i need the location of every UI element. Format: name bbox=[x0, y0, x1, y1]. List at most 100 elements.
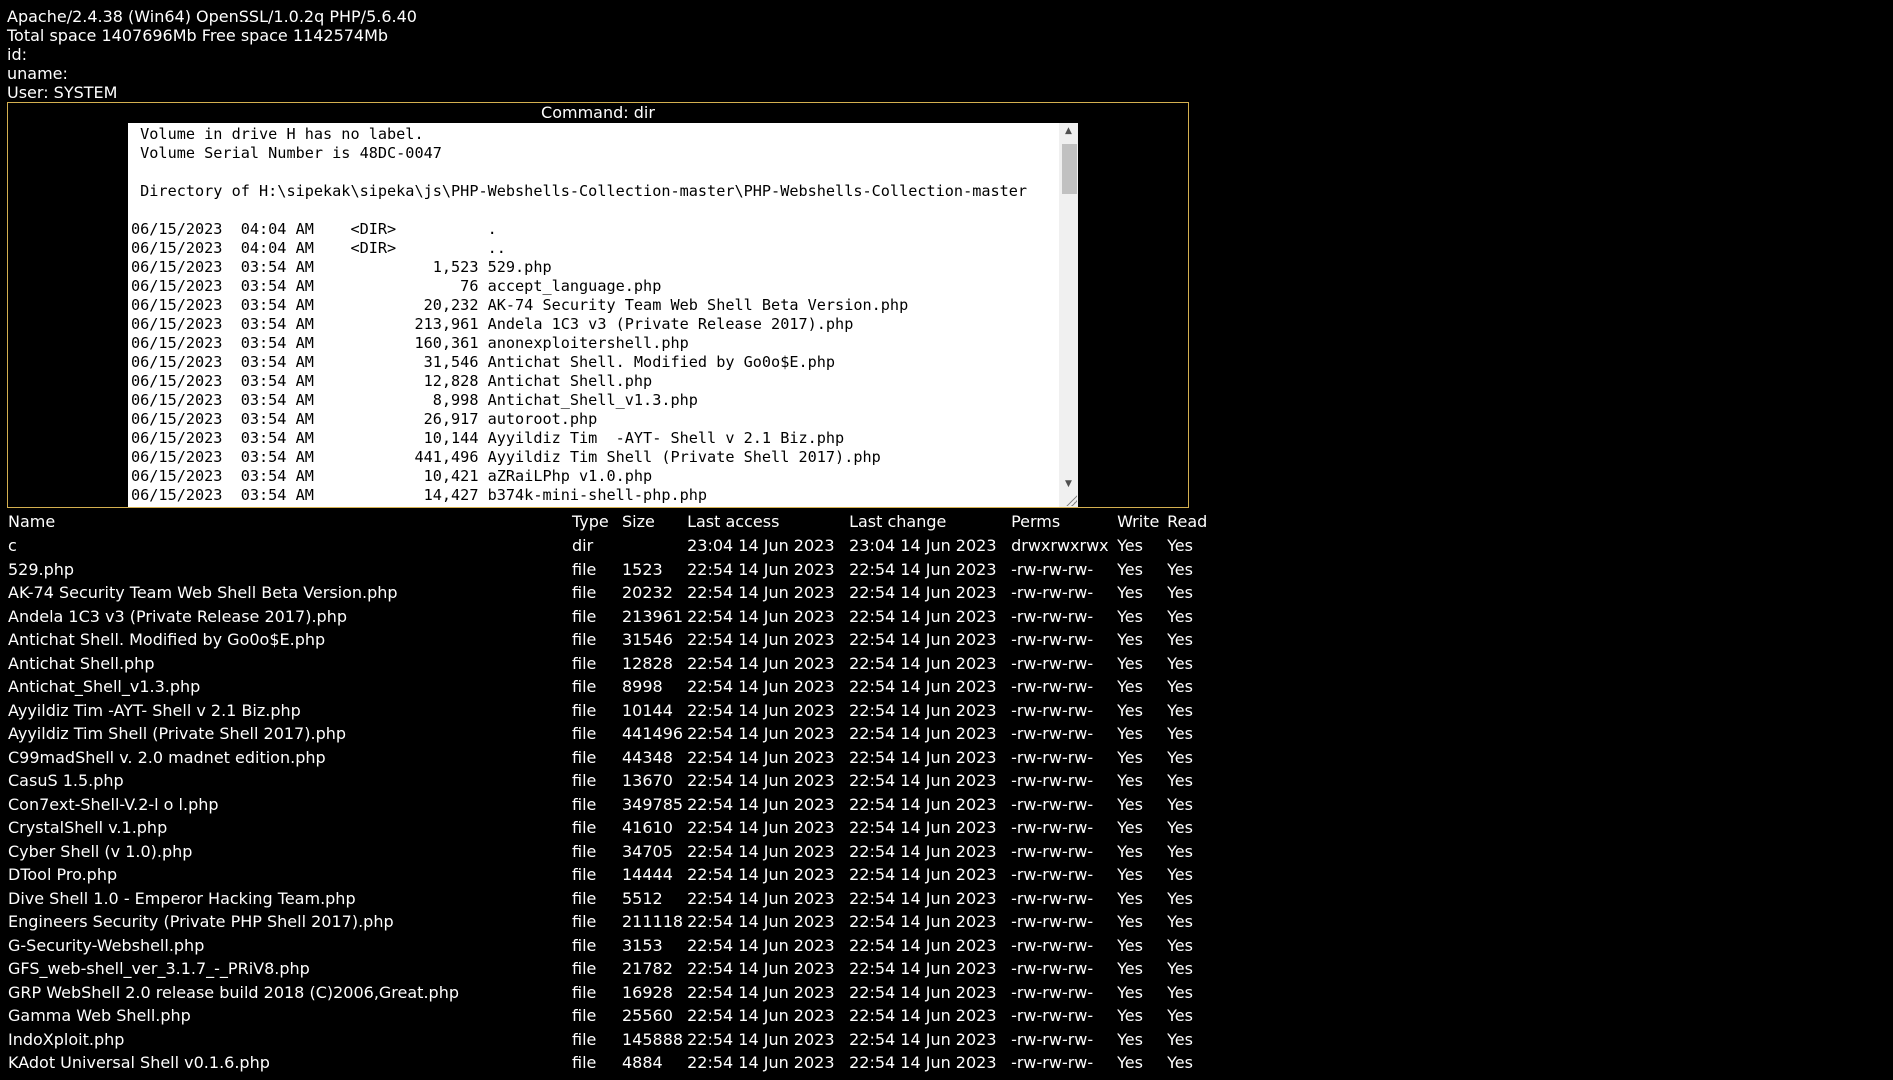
file-read: Yes bbox=[1167, 841, 1193, 861]
file-perms-link[interactable]: -rw-rw-rw- bbox=[1009, 769, 1115, 793]
file-name-link[interactable]: G-Security-Webshell.php bbox=[6, 934, 570, 958]
file-read: Yes bbox=[1167, 982, 1193, 1002]
file-last-access: 22:54 14 Jun 2023 bbox=[687, 1006, 835, 1025]
file-name-link[interactable]: Cyber Shell (v 1.0).php bbox=[6, 840, 570, 864]
file-last-change: 22:54 14 Jun 2023 bbox=[849, 771, 997, 790]
file-read: Yes bbox=[1167, 888, 1193, 908]
file-name-link[interactable]: AK-74 Security Team Web Shell Beta Versi… bbox=[6, 581, 570, 605]
file-perms-link[interactable]: -rw-rw-rw- bbox=[1009, 934, 1115, 958]
file-name-link[interactable]: KAdot Universal Shell v0.1.6.php bbox=[6, 1051, 570, 1075]
file-name-link[interactable]: DTool Pro.php bbox=[6, 863, 570, 887]
file-size: 3153 bbox=[622, 935, 663, 955]
file-perms-link[interactable]: -rw-rw-rw- bbox=[1009, 1028, 1115, 1052]
file-last-change: 22:54 14 Jun 2023 bbox=[849, 1053, 997, 1072]
file-perms-link[interactable]: -rw-rw-rw- bbox=[1009, 581, 1115, 605]
header-last-access[interactable]: Last access bbox=[685, 510, 847, 534]
header-write[interactable]: Write bbox=[1115, 510, 1165, 534]
file-name-link[interactable]: Antichat Shell. Modified by Go0o$E.php bbox=[6, 628, 570, 652]
table-row: Cyber Shell (v 1.0).php file 34705 22:54 14… bbox=[6, 840, 1209, 864]
file-name-link[interactable]: Engineers Security (Private PHP Shell 20… bbox=[6, 910, 570, 934]
file-perms-link[interactable]: -rw-rw-rw- bbox=[1009, 840, 1115, 864]
file-type: file bbox=[572, 1053, 597, 1072]
file-last-access: 23:04 14 Jun 2023 bbox=[687, 536, 835, 555]
file-perms-link[interactable]: -rw-rw-rw- bbox=[1009, 746, 1115, 770]
file-type: file bbox=[572, 724, 597, 743]
scroll-up-arrow-icon[interactable]: ▲ bbox=[1059, 123, 1078, 140]
file-perms-link[interactable]: -rw-rw-rw- bbox=[1009, 675, 1115, 699]
file-write: Yes bbox=[1117, 935, 1143, 955]
file-size: 10144 bbox=[622, 700, 673, 720]
header-read[interactable]: Read bbox=[1165, 510, 1209, 534]
file-perms-link[interactable]: -rw-rw-rw- bbox=[1009, 981, 1115, 1005]
file-name-link[interactable]: Andela 1C3 v3 (Private Release 2017).php bbox=[6, 605, 570, 629]
file-name-link[interactable]: GFS_web-shell_ver_3.1.7_-_PRiV8.php bbox=[6, 957, 570, 981]
file-write: Yes bbox=[1117, 794, 1143, 814]
file-last-access: 22:54 14 Jun 2023 bbox=[687, 959, 835, 978]
file-last-change: 23:04 14 Jun 2023 bbox=[849, 536, 997, 555]
file-read: Yes bbox=[1167, 1029, 1193, 1049]
file-name-link[interactable]: Ayyildiz Tim Shell (Private Shell 2017).… bbox=[6, 722, 570, 746]
scroll-thumb[interactable] bbox=[1062, 144, 1077, 194]
table-row: Antichat_Shell_v1.3.php file 8998 22:54 14 … bbox=[6, 675, 1209, 699]
file-size: 5512 bbox=[622, 888, 663, 908]
file-last-access: 22:54 14 Jun 2023 bbox=[687, 677, 835, 696]
file-name-link[interactable]: Dive Shell 1.0 - Emperor Hacking Team.ph… bbox=[6, 887, 570, 911]
header-type[interactable]: Type bbox=[570, 510, 620, 534]
file-perms-link[interactable]: -rw-rw-rw- bbox=[1009, 699, 1115, 723]
file-name-link[interactable]: GRP WebShell 2.0 release build 2018 (C)2… bbox=[6, 981, 570, 1005]
file-perms-link[interactable]: -rw-rw-rw- bbox=[1009, 652, 1115, 676]
server-software: Apache/2.4.38 (Win64) OpenSSL/1.0.2q PHP… bbox=[7, 7, 417, 26]
file-name-link[interactable]: Gamma Web Shell.php bbox=[6, 1004, 570, 1028]
header-size[interactable]: Size bbox=[620, 510, 685, 534]
file-size: 20232 bbox=[622, 583, 673, 602]
table-row: Ayyildiz Tim -AYT- Shell v 2.1 Biz.php fi… bbox=[6, 699, 1209, 723]
header-name[interactable]: Name bbox=[6, 510, 570, 534]
file-last-change: 22:54 14 Jun 2023 bbox=[849, 724, 997, 743]
file-perms-link[interactable]: -rw-rw-rw- bbox=[1009, 558, 1115, 582]
file-write: Yes bbox=[1117, 1006, 1143, 1025]
header-perms[interactable]: Perms bbox=[1009, 510, 1115, 534]
file-perms-link[interactable]: -rw-rw-rw- bbox=[1009, 816, 1115, 840]
resize-grip-icon[interactable] bbox=[1065, 494, 1077, 506]
file-name-link[interactable]: 529.php bbox=[6, 558, 570, 582]
file-write: Yes bbox=[1117, 912, 1143, 931]
table-row: CasuS 1.5.php file 13670 22:54 14 Jun 2023 2… bbox=[6, 769, 1209, 793]
file-name-link[interactable]: IndoXploit.php bbox=[6, 1028, 570, 1052]
file-last-access: 22:54 14 Jun 2023 bbox=[687, 935, 835, 955]
file-type: file bbox=[572, 559, 597, 579]
file-name-link[interactable]: CrystalShell v.1.php bbox=[6, 816, 570, 840]
file-perms-link[interactable]: drwxrwxrwx bbox=[1009, 534, 1115, 558]
scroll-down-arrow-icon[interactable]: ▼ bbox=[1059, 476, 1078, 493]
file-size: 8998 bbox=[622, 677, 663, 696]
file-read: Yes bbox=[1167, 771, 1193, 790]
file-perms-link[interactable]: -rw-rw-rw- bbox=[1009, 910, 1115, 934]
file-type: file bbox=[572, 841, 597, 861]
file-read: Yes bbox=[1167, 630, 1193, 649]
file-type: dir bbox=[572, 536, 594, 555]
file-perms-link[interactable]: -rw-rw-rw- bbox=[1009, 1004, 1115, 1028]
command-title: Command: dir bbox=[541, 103, 655, 122]
file-name-link[interactable]: Ayyildiz Tim -AYT- Shell v 2.1 Biz.php bbox=[6, 699, 570, 723]
file-perms-link[interactable]: -rw-rw-rw- bbox=[1009, 722, 1115, 746]
file-perms-link[interactable]: -rw-rw-rw- bbox=[1009, 793, 1115, 817]
file-name-link[interactable]: Antichat Shell.php bbox=[6, 652, 570, 676]
command-output-textarea[interactable]: Volume in drive H has no label. Volume S… bbox=[128, 123, 1078, 507]
file-perms-link[interactable]: -rw-rw-rw- bbox=[1009, 887, 1115, 911]
file-name-link[interactable]: CasuS 1.5.php bbox=[6, 769, 570, 793]
file-perms-link[interactable]: -rw-rw-rw- bbox=[1009, 628, 1115, 652]
file-perms-link[interactable]: -rw-rw-rw- bbox=[1009, 957, 1115, 981]
file-name-link[interactable]: Con7ext-Shell-V.2-l o l.php bbox=[6, 793, 570, 817]
file-perms-link[interactable]: -rw-rw-rw- bbox=[1009, 1051, 1115, 1075]
file-name-link[interactable]: c bbox=[6, 534, 570, 558]
file-perms-link[interactable]: -rw-rw-rw- bbox=[1009, 605, 1115, 629]
output-scrollbar[interactable]: ▲ ▼ bbox=[1059, 123, 1078, 507]
file-type: file bbox=[572, 888, 597, 908]
file-last-change: 22:54 14 Jun 2023 bbox=[849, 653, 997, 673]
file-perms-link[interactable]: -rw-rw-rw- bbox=[1009, 863, 1115, 887]
header-last-change[interactable]: Last change bbox=[847, 510, 1009, 534]
file-name-link[interactable]: Antichat_Shell_v1.3.php bbox=[6, 675, 570, 699]
table-row: GRP WebShell 2.0 release build 2018 (C)2… bbox=[6, 981, 1209, 1005]
file-last-access: 22:54 14 Jun 2023 bbox=[687, 606, 835, 626]
file-last-access: 22:54 14 Jun 2023 bbox=[687, 982, 835, 1002]
file-name-link[interactable]: C99madShell v. 2.0 madnet edition.php bbox=[6, 746, 570, 770]
